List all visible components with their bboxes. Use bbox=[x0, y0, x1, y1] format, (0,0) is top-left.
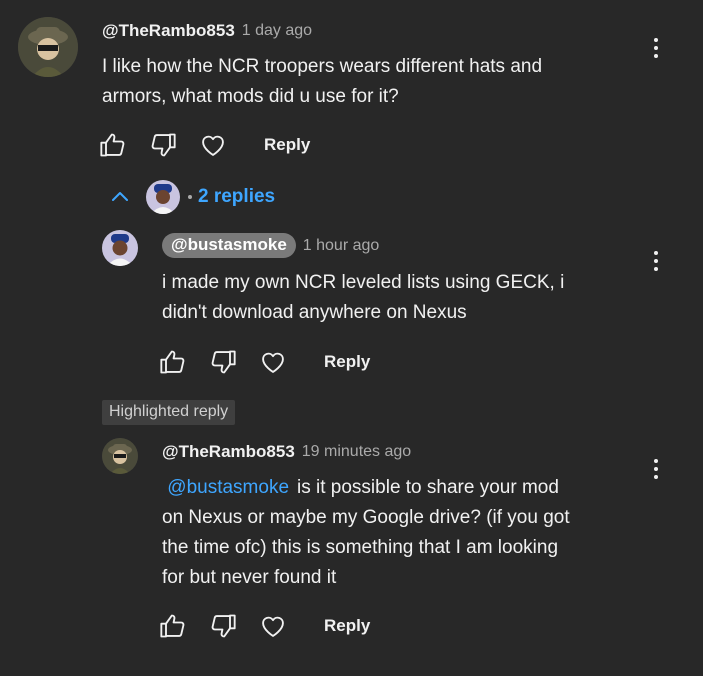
highlighted-reply-label: Highlighted reply bbox=[102, 400, 236, 425]
comment-actions: Reply bbox=[98, 130, 310, 160]
thumbs-down-icon[interactable] bbox=[208, 347, 238, 377]
heart-icon[interactable] bbox=[198, 130, 228, 160]
reply1-line: didn't download anywhere on Nexus bbox=[162, 302, 467, 323]
reply2-line: for but never found it bbox=[162, 567, 337, 588]
thumbs-up-icon[interactable] bbox=[158, 347, 188, 377]
comment-header: @TheRambo853 1 day ago bbox=[102, 21, 312, 41]
reply1-actions: Reply bbox=[158, 347, 370, 377]
avatar-bustasmoke[interactable] bbox=[102, 230, 138, 266]
reply-button[interactable]: Reply bbox=[324, 616, 370, 636]
thumbs-down-icon[interactable] bbox=[148, 130, 178, 160]
replies-count: 2 replies bbox=[198, 186, 276, 207]
reply2-header: @TheRambo853 19 minutes ago bbox=[162, 442, 411, 462]
comments-section: @TheRambo853 1 day ago I like how the NC… bbox=[0, 0, 703, 676]
comment-author[interactable]: @TheRambo853 bbox=[102, 21, 235, 41]
avatar-therambo853[interactable] bbox=[18, 17, 78, 77]
replies-toggle[interactable]: 2 replies bbox=[108, 180, 275, 214]
comment-line: I like how the NCR troopers wears differ… bbox=[102, 56, 543, 77]
reply-button[interactable]: Reply bbox=[264, 135, 310, 155]
reply2-text: @bustasmoke is it possible to share your … bbox=[162, 473, 570, 593]
reply2-first-line: @bustasmoke is it possible to share your … bbox=[162, 473, 570, 503]
reply2-actions: Reply bbox=[158, 611, 370, 641]
reply1-text: i made my own NCR leveled lists using GE… bbox=[162, 268, 564, 328]
avatar-therambo853[interactable] bbox=[102, 438, 138, 474]
reply1-author[interactable]: @bustasmoke bbox=[162, 233, 296, 258]
mention-link[interactable]: @bustasmoke bbox=[167, 477, 289, 498]
replier-avatar bbox=[146, 180, 180, 214]
heart-icon[interactable] bbox=[258, 611, 288, 641]
reply-button[interactable]: Reply bbox=[324, 352, 370, 372]
comment-line: armors, what mods did u use for it? bbox=[102, 86, 399, 107]
reply2-time[interactable]: 19 minutes ago bbox=[302, 443, 411, 461]
heart-icon[interactable] bbox=[258, 347, 288, 377]
reply2-more-vert-icon[interactable] bbox=[646, 455, 666, 483]
reply2-line: is it possible to share your mod bbox=[297, 477, 559, 498]
reply1-line: i made my own NCR leveled lists using GE… bbox=[162, 272, 565, 293]
reply1-time[interactable]: 1 hour ago bbox=[303, 237, 380, 255]
thumbs-up-icon[interactable] bbox=[158, 611, 188, 641]
comment-more-vert-icon[interactable] bbox=[646, 34, 666, 62]
reply2-author[interactable]: @TheRambo853 bbox=[162, 442, 295, 462]
reply1-header: @bustasmoke 1 hour ago bbox=[162, 233, 379, 258]
chevron-up-icon bbox=[112, 192, 128, 201]
thumbs-up-icon[interactable] bbox=[98, 130, 128, 160]
reply2-line: the time ofc) this is something that I a… bbox=[162, 537, 559, 558]
thumbs-down-icon[interactable] bbox=[208, 611, 238, 641]
comment-text: I like how the NCR troopers wears differ… bbox=[102, 52, 542, 112]
comment-time[interactable]: 1 day ago bbox=[242, 22, 312, 40]
reply2-line: on Nexus or maybe my Google drive? (if y… bbox=[162, 507, 570, 528]
separator-dot bbox=[188, 195, 192, 199]
reply1-more-vert-icon[interactable] bbox=[646, 247, 666, 275]
